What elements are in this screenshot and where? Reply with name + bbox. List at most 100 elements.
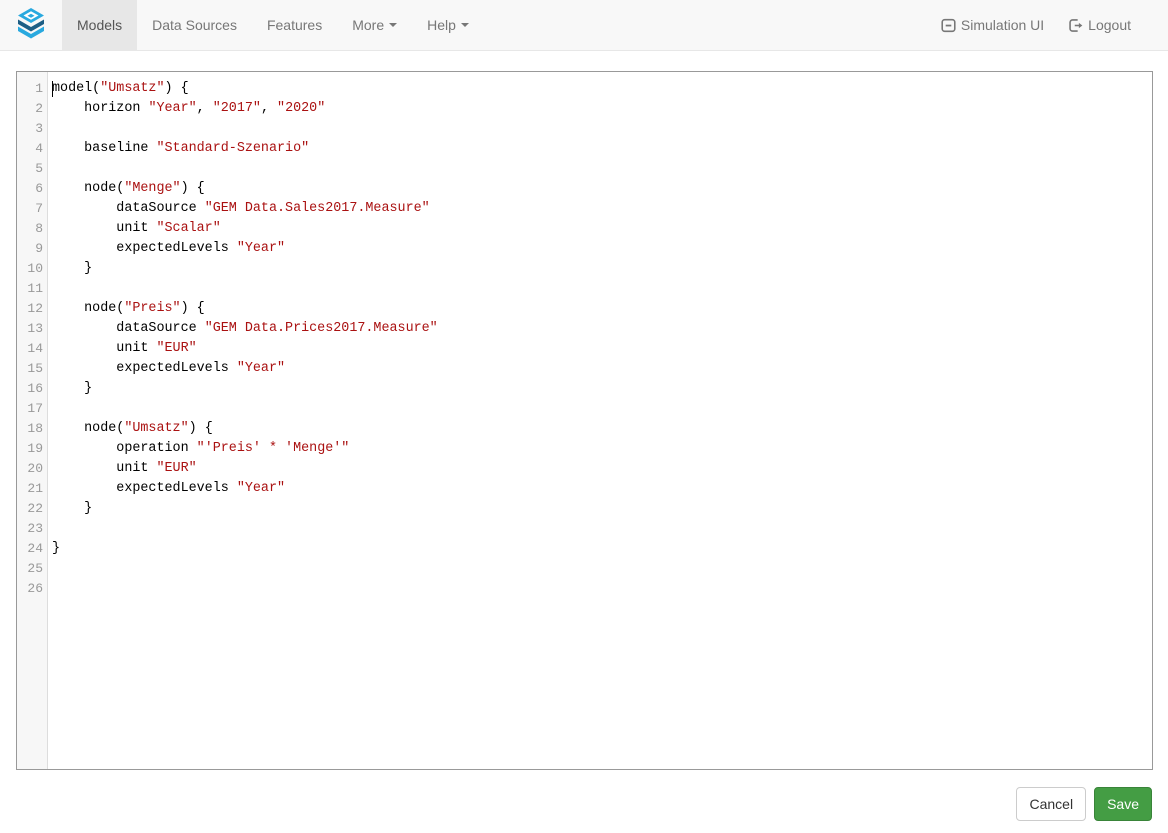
simulation-ui-link[interactable]: Simulation UI <box>929 16 1056 34</box>
code-line[interactable]: } <box>52 539 1152 559</box>
code-line[interactable]: node("Umsatz") { <box>52 419 1152 439</box>
tab-models[interactable]: Models <box>62 0 137 50</box>
line-number: 9 <box>17 239 43 259</box>
tab-label: Models <box>77 17 122 33</box>
code-line[interactable] <box>52 559 1152 579</box>
code-editor[interactable]: 1234567891011121314151617181920212223242… <box>16 71 1153 770</box>
code-line[interactable] <box>52 579 1152 599</box>
line-number: 26 <box>17 579 43 599</box>
code-line[interactable]: unit "Scalar" <box>52 219 1152 239</box>
line-number: 2 <box>17 99 43 119</box>
line-number: 7 <box>17 199 43 219</box>
line-number: 5 <box>17 159 43 179</box>
code-token: node( <box>52 181 124 196</box>
code-line[interactable] <box>52 519 1152 539</box>
layers-logo-icon <box>15 7 47 44</box>
line-number: 17 <box>17 399 43 419</box>
code-line[interactable]: node("Preis") { <box>52 299 1152 319</box>
code-line[interactable]: } <box>52 259 1152 279</box>
code-string-token: "Year" <box>148 101 196 116</box>
code-line[interactable] <box>52 399 1152 419</box>
code-line[interactable]: horizon "Year", "2017", "2020" <box>52 99 1152 119</box>
logout-icon <box>1068 18 1083 33</box>
code-token: baseline <box>52 141 156 156</box>
code-token: ) { <box>189 421 213 436</box>
code-line[interactable]: node("Menge") { <box>52 179 1152 199</box>
code-token: dataSource <box>52 321 205 336</box>
code-line[interactable]: expectedLevels "Year" <box>52 239 1152 259</box>
line-number: 18 <box>17 419 43 439</box>
line-number: 19 <box>17 439 43 459</box>
tab-data-sources[interactable]: Data Sources <box>137 0 252 50</box>
tab-label: Features <box>267 17 322 33</box>
logout-label: Logout <box>1088 17 1131 33</box>
code-line[interactable] <box>52 119 1152 139</box>
code-token: horizon <box>52 101 148 116</box>
line-number: 22 <box>17 499 43 519</box>
code-line[interactable]: unit "EUR" <box>52 339 1152 359</box>
code-line[interactable]: unit "EUR" <box>52 459 1152 479</box>
line-number: 1 <box>17 79 43 99</box>
code-token: } <box>52 261 92 276</box>
line-number: 25 <box>17 559 43 579</box>
code-token: expectedLevels <box>52 481 237 496</box>
code-token: unit <box>52 341 156 356</box>
code-line[interactable]: } <box>52 499 1152 519</box>
code-line[interactable]: expectedLevels "Year" <box>52 479 1152 499</box>
code-string-token: "Scalar" <box>156 221 220 236</box>
code-token: model( <box>52 81 100 96</box>
line-number: 24 <box>17 539 43 559</box>
code-token: node( <box>52 421 124 436</box>
code-line[interactable]: baseline "Standard-Szenario" <box>52 139 1152 159</box>
line-number: 8 <box>17 219 43 239</box>
code-token: expectedLevels <box>52 361 237 376</box>
code-string-token: "Year" <box>237 481 285 496</box>
code-line[interactable]: model("Umsatz") { <box>52 79 1152 99</box>
code-token: node( <box>52 301 124 316</box>
logout-link[interactable]: Logout <box>1056 16 1143 34</box>
navbar-right: Simulation UI Logout <box>929 16 1168 34</box>
code-token: } <box>52 501 92 516</box>
code-token: operation <box>52 441 197 456</box>
code-line[interactable]: expectedLevels "Year" <box>52 359 1152 379</box>
line-number: 15 <box>17 359 43 379</box>
tab-help[interactable]: Help <box>412 0 484 50</box>
code-string-token: "Standard-Szenario" <box>156 141 309 156</box>
code-token: } <box>52 381 92 396</box>
line-number: 13 <box>17 319 43 339</box>
tab-label: More <box>352 17 384 33</box>
code-line[interactable]: dataSource "GEM Data.Sales2017.Measure" <box>52 199 1152 219</box>
code-token: } <box>52 541 60 556</box>
code-string-token: "Preis" <box>124 301 180 316</box>
code-line[interactable] <box>52 159 1152 179</box>
code-string-token: "2020" <box>277 101 325 116</box>
code-line[interactable]: } <box>52 379 1152 399</box>
tab-more[interactable]: More <box>337 0 412 50</box>
code-line[interactable]: dataSource "GEM Data.Prices2017.Measure" <box>52 319 1152 339</box>
editor-code-area[interactable]: model("Umsatz") { horizon "Year", "2017"… <box>48 72 1152 769</box>
code-line[interactable]: operation "'Preis' * 'Menge'" <box>52 439 1152 459</box>
code-token: , <box>197 101 213 116</box>
line-number: 3 <box>17 119 43 139</box>
code-token: ) { <box>181 181 205 196</box>
code-line[interactable] <box>52 279 1152 299</box>
line-number: 6 <box>17 179 43 199</box>
code-token: , <box>261 101 277 116</box>
code-token: expectedLevels <box>52 241 237 256</box>
code-string-token: "Umsatz" <box>100 81 164 96</box>
code-string-token: "Year" <box>237 241 285 256</box>
form-actions: Cancel Save <box>0 787 1152 821</box>
save-button[interactable]: Save <box>1094 787 1152 821</box>
line-number: 10 <box>17 259 43 279</box>
line-number: 11 <box>17 279 43 299</box>
navbar: Models Data Sources Features More Help S… <box>0 0 1168 51</box>
code-string-token: "GEM Data.Prices2017.Measure" <box>205 321 438 336</box>
cancel-button[interactable]: Cancel <box>1016 787 1086 821</box>
caret-down-icon <box>461 23 469 27</box>
line-number: 14 <box>17 339 43 359</box>
line-number: 4 <box>17 139 43 159</box>
code-token: dataSource <box>52 201 205 216</box>
app-logo[interactable] <box>0 0 62 50</box>
simulation-ui-label: Simulation UI <box>961 17 1044 33</box>
tab-features[interactable]: Features <box>252 0 337 50</box>
